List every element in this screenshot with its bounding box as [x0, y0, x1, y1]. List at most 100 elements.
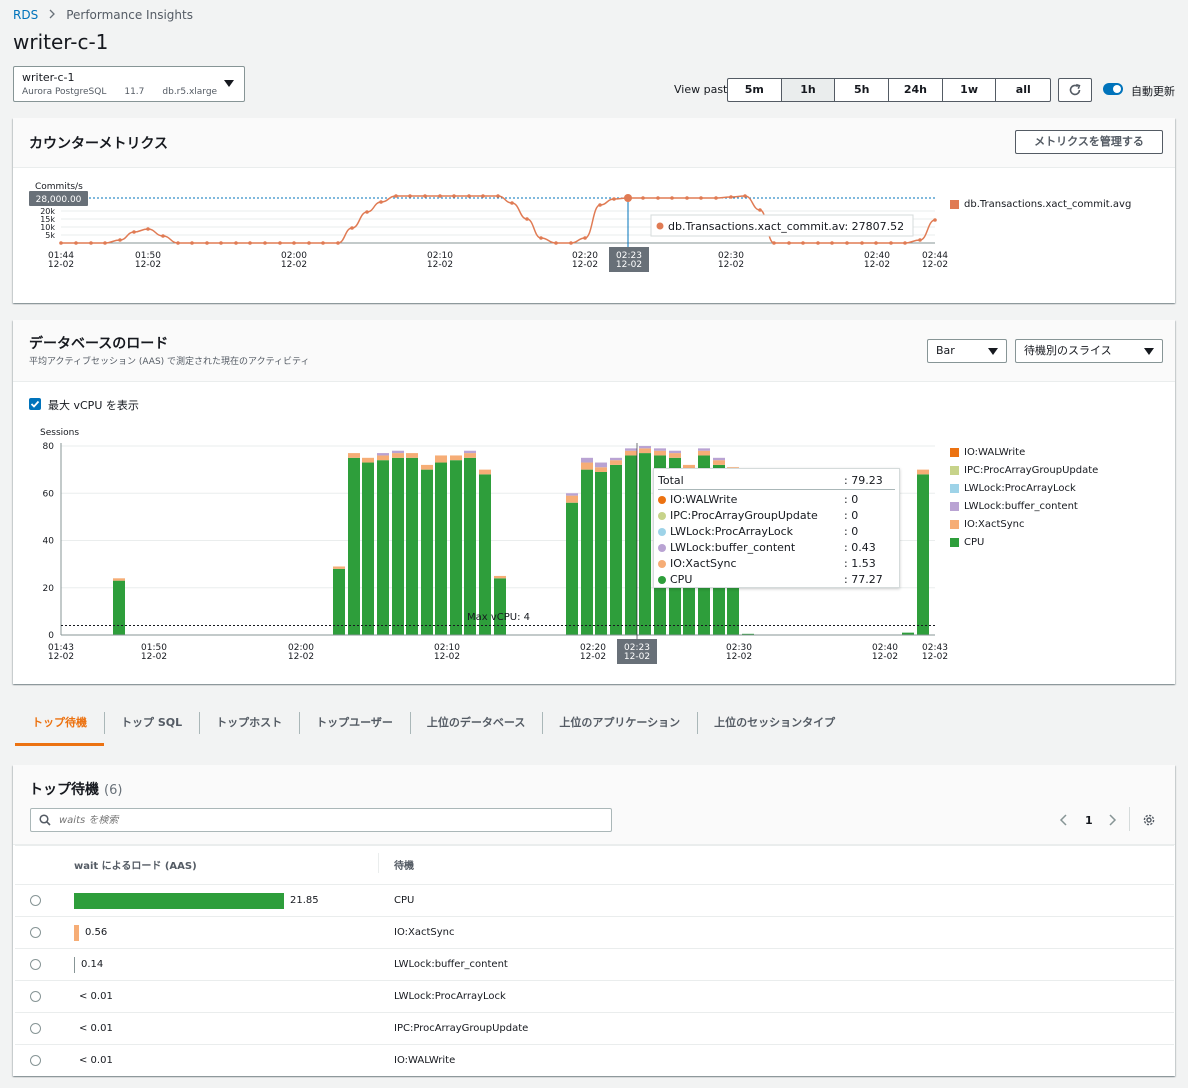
auto-refresh-label: 自動更新: [1131, 85, 1175, 98]
preferences-button[interactable]: [1142, 813, 1156, 830]
database-load-subtitle: 平均アクティブセッション (AAS) で測定された現在のアクティビティ: [29, 357, 310, 367]
tooltip-swatch: [658, 560, 666, 568]
legend-swatch: [950, 465, 959, 475]
load-value: 0.14: [81, 959, 104, 970]
tooltip-swatch: [658, 544, 666, 552]
table-row[interactable]: < 0.01 IPC:ProcArrayGroupUpdate: [15, 1012, 1174, 1044]
chevron-right-icon: [48, 8, 56, 22]
load-legend-item: LWLock:ProcArrayLock: [950, 479, 1098, 497]
tab-top-databases[interactable]: 上位のデータベース: [409, 706, 542, 746]
tooltip-total-value: : 79.23: [844, 474, 883, 487]
view-past-5h[interactable]: 5h: [835, 79, 890, 101]
column-header-wait[interactable]: 待機: [394, 857, 414, 872]
tooltip-swatch: [658, 512, 666, 520]
caret-down-icon: [1144, 348, 1154, 355]
load-legend-item: IPC:ProcArrayGroupUpdate: [950, 461, 1098, 479]
view-past-label: View past: [674, 83, 728, 96]
legend-swatch: [950, 199, 959, 209]
wait-name: LWLock:buffer_content: [394, 959, 508, 970]
legend-swatch: [950, 537, 959, 547]
view-past-segmented-control: 5m 1h 5h 24h 1w all: [727, 78, 1052, 102]
load-value: < 0.01: [79, 1023, 113, 1034]
caret-down-icon: [224, 80, 234, 87]
tooltip-row-value: : 0: [844, 525, 859, 538]
load-legend-item: LWLock:buffer_content: [950, 497, 1098, 515]
view-past-1h[interactable]: 1h: [781, 79, 836, 101]
table-row[interactable]: < 0.01 IO:WALWrite: [15, 1044, 1174, 1076]
load-legend-label: LWLock:ProcArrayLock: [964, 482, 1076, 494]
tooltip-row: IPC:ProcArrayGroupUpdate: 0: [658, 508, 895, 524]
tab-top-waits[interactable]: トップ待機: [15, 706, 104, 746]
tooltip-swatch: [658, 496, 666, 504]
table-row[interactable]: 21.85 CPU: [15, 884, 1174, 916]
refresh-button[interactable]: [1058, 78, 1092, 102]
load-value: 21.85: [290, 895, 319, 906]
slice-by-select[interactable]: 待機別のスライス: [1015, 339, 1163, 363]
tooltip-row: LWLock:buffer_content : 0.43: [658, 540, 895, 556]
row-radio[interactable]: [30, 1023, 41, 1034]
load-value: 0.56: [85, 927, 108, 938]
chevron-right-icon: [1109, 814, 1117, 826]
counter-metrics-title: カウンターメトリクス: [29, 136, 169, 152]
load-legend-label: IPC:ProcArrayGroupUpdate: [964, 464, 1099, 476]
view-past-1w[interactable]: 1w: [943, 79, 997, 101]
detail-tabs: トップ待機 トップ SQL トップホスト トップユーザー 上位のデータベース 上…: [15, 706, 852, 746]
chart-type-select[interactable]: Bar: [927, 339, 1007, 363]
wait-name: IO:WALWrite: [394, 1055, 456, 1066]
load-legend-label: LWLock:buffer_content: [964, 500, 1078, 512]
legend-swatch: [950, 483, 959, 493]
load-bar: [74, 957, 75, 973]
instance-select[interactable]: writer-c-1 Aurora PostgreSQL 11.7 db.r5.…: [13, 66, 245, 102]
search-waits-field[interactable]: [30, 808, 612, 832]
instance-name: writer-c-1: [22, 71, 75, 84]
tooltip-row-name: LWLock:ProcArrayLock: [670, 525, 793, 538]
tab-top-sql[interactable]: トップ SQL: [104, 706, 199, 746]
breadcrumb-current: Performance Insights: [66, 8, 193, 22]
row-radio[interactable]: [30, 895, 41, 906]
tab-top-applications[interactable]: 上位のアプリケーション: [542, 706, 697, 746]
view-past-5m[interactable]: 5m: [728, 79, 782, 101]
manage-metrics-button[interactable]: メトリクスを管理する: [1015, 130, 1163, 154]
max-vcpu-checkbox[interactable]: [29, 398, 41, 410]
tooltip-row: IO:XactSync: 1.53: [658, 556, 895, 572]
chevron-left-icon: [1059, 814, 1067, 826]
tooltip-swatch: [658, 576, 666, 584]
tab-top-hosts[interactable]: トップホスト: [199, 706, 299, 746]
row-radio[interactable]: [30, 959, 41, 970]
pagination-next-button[interactable]: [1106, 813, 1118, 830]
load-bar: [74, 893, 284, 909]
database-load-title: データベースのロード: [29, 336, 169, 352]
load-legend-item: IO:XactSync: [950, 515, 1098, 533]
breadcrumb: RDS Performance Insights: [13, 8, 193, 22]
top-waits-title: トップ待機: [29, 782, 99, 798]
tooltip-swatch: [658, 528, 666, 536]
tooltip-row-name: CPU: [670, 573, 693, 586]
column-header-load[interactable]: wait によるロード (AAS): [74, 857, 197, 872]
row-radio[interactable]: [30, 927, 41, 938]
tab-top-users[interactable]: トップユーザー: [299, 706, 410, 746]
load-legend-label: CPU: [964, 536, 985, 548]
load-legend-label: IO:XactSync: [964, 518, 1025, 530]
tooltip-row-name: IO:XactSync: [670, 557, 737, 570]
breadcrumb-rds-link[interactable]: RDS: [13, 8, 38, 22]
tooltip-row-name: LWLock:buffer_content: [670, 541, 796, 554]
row-radio[interactable]: [30, 1055, 41, 1066]
wait-name: LWLock:ProcArrayLock: [394, 991, 506, 1002]
refresh-icon: [1069, 83, 1081, 96]
row-radio[interactable]: [30, 991, 41, 1002]
view-past-24h[interactable]: 24h: [889, 79, 943, 101]
load-legend: IO:WALWrite IPC:ProcArrayGroupUpdate LWLoc…: [950, 443, 1098, 551]
pagination-prev-button[interactable]: [1058, 813, 1070, 830]
max-vcpu-checkbox-label: 最大 vCPU を表示: [48, 399, 139, 412]
auto-refresh-toggle[interactable]: [1103, 83, 1123, 95]
table-row[interactable]: 0.56 IO:XactSync: [15, 916, 1174, 948]
tab-top-session-types[interactable]: 上位のセッションタイプ: [697, 706, 852, 746]
table-row[interactable]: < 0.01 LWLock:ProcArrayLock: [15, 980, 1174, 1012]
search-waits-input[interactable]: [59, 814, 559, 826]
pagination-page[interactable]: 1: [1085, 814, 1093, 827]
chart-type-value: Bar: [936, 344, 955, 357]
gear-icon: [1143, 814, 1155, 826]
view-past-all[interactable]: all: [996, 79, 1050, 101]
table-row[interactable]: 0.14 LWLock:buffer_content: [15, 948, 1174, 980]
tooltip-row-value: : 0.43: [844, 541, 876, 554]
